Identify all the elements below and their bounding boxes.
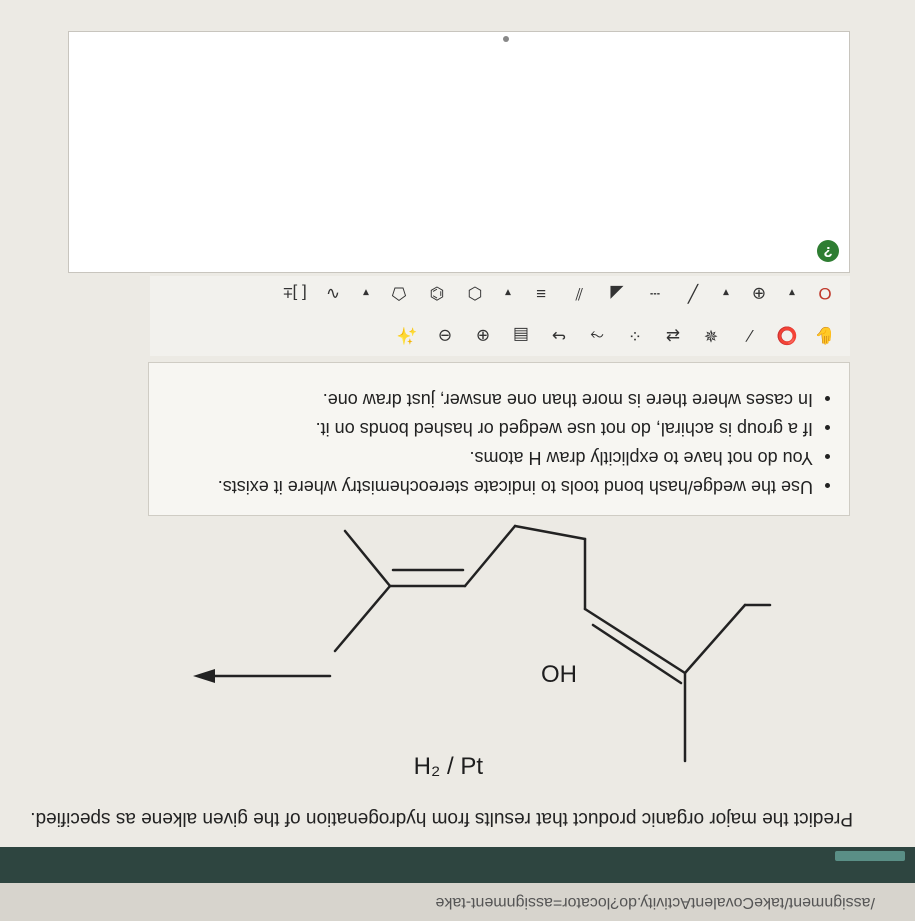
single-bond-icon[interactable]: ╱ [678, 280, 708, 306]
instructions-list: Use the wedge/hash bond tools to indicat… [149, 389, 849, 497]
bracket-tool-icon[interactable]: [ ]± [280, 280, 310, 306]
hashed-bond-icon[interactable]: ┄ [640, 280, 670, 306]
reagent-label: H₂ / Pt [413, 753, 483, 780]
isopropylidene-bond-2 [333, 584, 392, 653]
instruction-item: In cases where there is more than one an… [149, 389, 813, 410]
benzene-icon[interactable]: ⌬ [422, 280, 452, 306]
instruction-item: Use the wedge/hash bond tools to indicat… [149, 476, 813, 497]
toolbar-row-atoms-bonds: O ▾ ⊕ ▾ ╱ ┄ ◢ ⫽ ≡ ▾ ⬡ ⌬ ⬠ ▾ ∿ [ ]± [150, 272, 850, 314]
atom-oxygen-button[interactable]: O [810, 280, 840, 306]
header-band [0, 847, 915, 883]
arrow-template-icon[interactable]: ⇄ [658, 322, 688, 348]
chain-bond-2 [513, 524, 587, 541]
ring-template-icon[interactable]: ✵ [696, 322, 726, 348]
charge-plus-icon[interactable]: ⊕ [744, 280, 774, 306]
instruction-item: You do not have to explicitly draw H ato… [149, 447, 813, 468]
atom-map-icon[interactable]: ⁘ [620, 322, 650, 348]
hand-icon[interactable]: ✋ [810, 322, 840, 348]
double-bond-icon[interactable]: ⫽ [564, 280, 594, 306]
instruction-item: If a group is achiral, do not use wedged… [149, 418, 813, 439]
cyclopentane-icon[interactable]: ⬠ [384, 280, 414, 306]
curved-arrow-icon[interactable]: ⤳ [582, 322, 612, 348]
triple-bond-icon[interactable]: ≡ [526, 280, 556, 306]
chain-bond-3 [463, 524, 517, 588]
lasso-icon[interactable]: ⭕ [772, 322, 802, 348]
isopropylidene-bond-1 [343, 529, 392, 588]
reaction-arrow-icon[interactable]: ↪ [544, 322, 574, 348]
help-button[interactable]: ? [817, 240, 839, 262]
eraser-icon[interactable]: ∕ [734, 322, 764, 348]
molecule-svg [193, 524, 772, 763]
charge-dropdown-icon[interactable]: ▾ [716, 280, 736, 306]
oh-label: OH [541, 661, 577, 688]
drawing-toolbar: ✋ ⭕ ∕ ✵ ⇄ ⁘ ⤳ ↪ ▤ ⊕ ⊖ ✨ O ▾ ⊕ ▾ ╱ ┄ ◢ ⫽ ≡ ▾ ⬡ ⌬ ⬠ ▾ ∿[ ]± [150, 276, 850, 356]
atom-dropdown-icon[interactable]: ▾ [782, 280, 802, 306]
browser-url-bar[interactable]: /assignment/takeCovalentActivity.do?loca… [0, 882, 915, 921]
chain-tool-icon[interactable]: ∿ [318, 280, 348, 306]
wedge-bond-icon[interactable]: ◢ [602, 280, 632, 306]
instructions-box: Use the wedge/hash bond tools to indicat… [148, 362, 850, 516]
cyclohexane-icon[interactable]: ⬡ [460, 280, 490, 306]
c2-c3-double-bond-1 [583, 607, 687, 675]
ring-dropdown-icon[interactable]: ▾ [356, 280, 376, 306]
question-prompt: Predict the major organic product that r… [30, 808, 853, 829]
bond-dropdown-icon[interactable]: ▾ [498, 280, 518, 306]
url-text: /assignment/takeCovalentActivity.do?loca… [435, 894, 875, 911]
header-tag [835, 851, 905, 861]
clean-icon[interactable]: ✨ [392, 322, 422, 348]
c2-c1-bond [683, 603, 747, 675]
reaction-arrow-head [193, 669, 215, 683]
drawing-canvas[interactable]: ? [68, 31, 850, 273]
zoom-in-icon[interactable]: ⊕ [468, 322, 498, 348]
text-tool-icon[interactable]: ▤ [506, 322, 536, 348]
c2-c3-double-bond-2 [591, 623, 683, 685]
reaction-scheme [155, 506, 855, 801]
zoom-out-icon[interactable]: ⊖ [430, 322, 460, 348]
canvas-dot [503, 36, 509, 42]
rotated-screen: /assignment/takeCovalentActivity.do?loca… [0, 0, 915, 921]
toolbar-row-tools: ✋ ⭕ ∕ ✵ ⇄ ⁘ ⤳ ↪ ▤ ⊕ ⊖ ✨ [150, 314, 850, 356]
